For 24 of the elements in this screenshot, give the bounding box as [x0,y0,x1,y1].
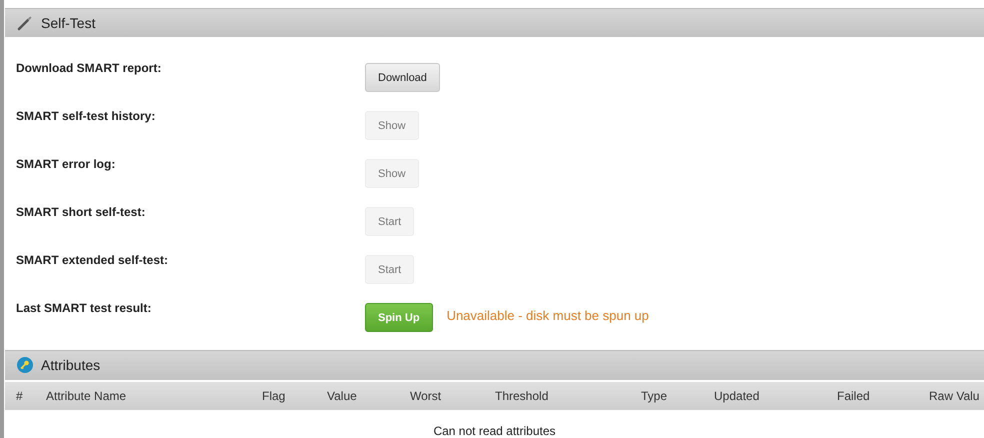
column-header: Attribute Name [46,388,128,403]
field-label: SMART self-test history: [16,109,156,124]
section-title: Attributes [41,357,100,374]
column-header: Value [327,388,358,403]
status-text: Unavailable - disk must be spun up [446,308,649,324]
field-label: Last SMART test result: [16,301,152,316]
column-header: Worst [410,388,442,403]
column-header: # [16,388,24,403]
empty-message: Can not read attributes [432,422,557,438]
action-button[interactable]: Spin Up [365,303,433,332]
column-header: Threshold [495,388,550,403]
field-label: Download SMART report: [16,61,162,76]
column-header: Raw Valu [929,388,980,403]
section-title: Self-Test [41,15,96,32]
wrench-icon [17,15,33,32]
action-button[interactable]: Download [365,63,440,92]
column-header: Flag [262,388,286,403]
column-header: Failed [837,388,871,403]
column-header: Updated [714,388,760,403]
field-label: SMART short self-test: [16,205,146,220]
key-icon [17,357,33,374]
column-header: Type [641,388,668,403]
field-label: SMART error log: [16,157,116,172]
field-label: SMART extended self-test: [16,253,170,268]
